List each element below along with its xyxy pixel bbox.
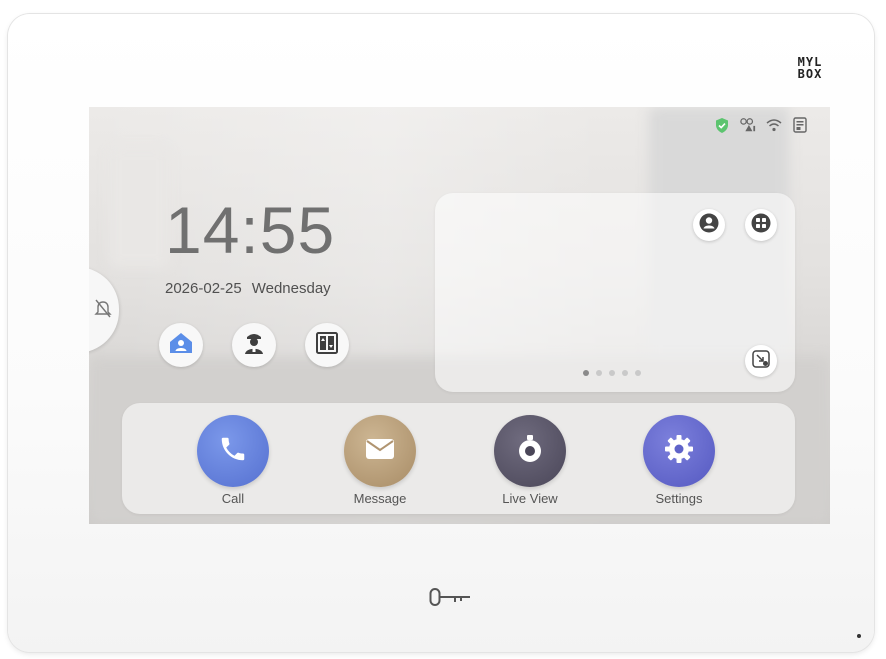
settings-app[interactable]: Settings — [634, 415, 724, 506]
phone-icon — [218, 434, 248, 469]
settings-app-icon-bg[interactable] — [643, 415, 715, 487]
page-dot[interactable] — [622, 370, 628, 376]
unlock-key-button[interactable] — [429, 586, 471, 613]
page-dot[interactable] — [596, 370, 602, 376]
do-not-disturb-bell-icon — [89, 298, 112, 323]
page-dot[interactable] — [635, 370, 641, 376]
live-view-app[interactable]: Live View — [485, 415, 575, 506]
weekday-value: Wednesday — [251, 280, 331, 297]
brand-logo-line2: BOX — [797, 67, 823, 81]
message-app-icon-bg[interactable] — [344, 415, 416, 487]
brand-logo: MYL BOX — [790, 56, 830, 80]
sd-card-icon — [792, 117, 808, 133]
minimize-icon — [751, 349, 771, 374]
clock-date: 2026-02-25 Wednesday — [165, 280, 331, 297]
live-view-app-label: Live View — [502, 491, 558, 506]
elevator-button[interactable] — [305, 323, 349, 367]
intercom-device: MYL BOX 14:55 2026-02-25 Wednesday Call … — [8, 14, 874, 652]
message-app[interactable]: Message — [335, 415, 425, 506]
status-bar — [714, 117, 808, 133]
elevator-icon — [315, 331, 339, 360]
contacts-button[interactable] — [693, 209, 725, 241]
background-shape — [109, 147, 169, 267]
home-widget-panel[interactable] — [435, 193, 795, 392]
minimize-button[interactable] — [745, 345, 777, 377]
key-icon — [429, 588, 471, 612]
shield-check-icon — [714, 117, 730, 133]
indicator-light — [857, 634, 861, 638]
home-mode-button[interactable] — [159, 323, 203, 367]
apps-grid-button[interactable] — [745, 209, 777, 241]
call-app-icon-bg[interactable] — [197, 415, 269, 487]
envelope-icon — [365, 437, 395, 466]
page-dot[interactable] — [583, 370, 589, 376]
contacts-icon — [699, 213, 719, 238]
touch-screen: 14:55 2026-02-25 Wednesday Call Message … — [89, 107, 830, 524]
date-value: 2026-02-25 — [165, 280, 242, 297]
gear-icon — [663, 433, 695, 470]
call-app-label: Call — [221, 491, 245, 506]
call-app[interactable]: Call — [188, 415, 278, 506]
apps-grid-icon — [751, 213, 771, 238]
page-dot[interactable] — [609, 370, 615, 376]
do-not-disturb-tab[interactable] — [89, 267, 119, 353]
settings-app-label: Settings — [655, 491, 703, 506]
guard-icon — [243, 331, 265, 360]
live-view-app-icon-bg[interactable] — [494, 415, 566, 487]
clock-time: 14:55 — [165, 193, 336, 267]
page-indicator — [583, 370, 641, 376]
camera-lens-icon — [515, 433, 545, 470]
call-management-button[interactable] — [232, 323, 276, 367]
home-person-icon — [168, 331, 194, 360]
wifi-icon — [766, 117, 782, 133]
app-dock: Call Message Live View Settings — [122, 403, 795, 514]
sip-network-icon — [740, 117, 756, 133]
message-app-label: Message — [353, 491, 407, 506]
